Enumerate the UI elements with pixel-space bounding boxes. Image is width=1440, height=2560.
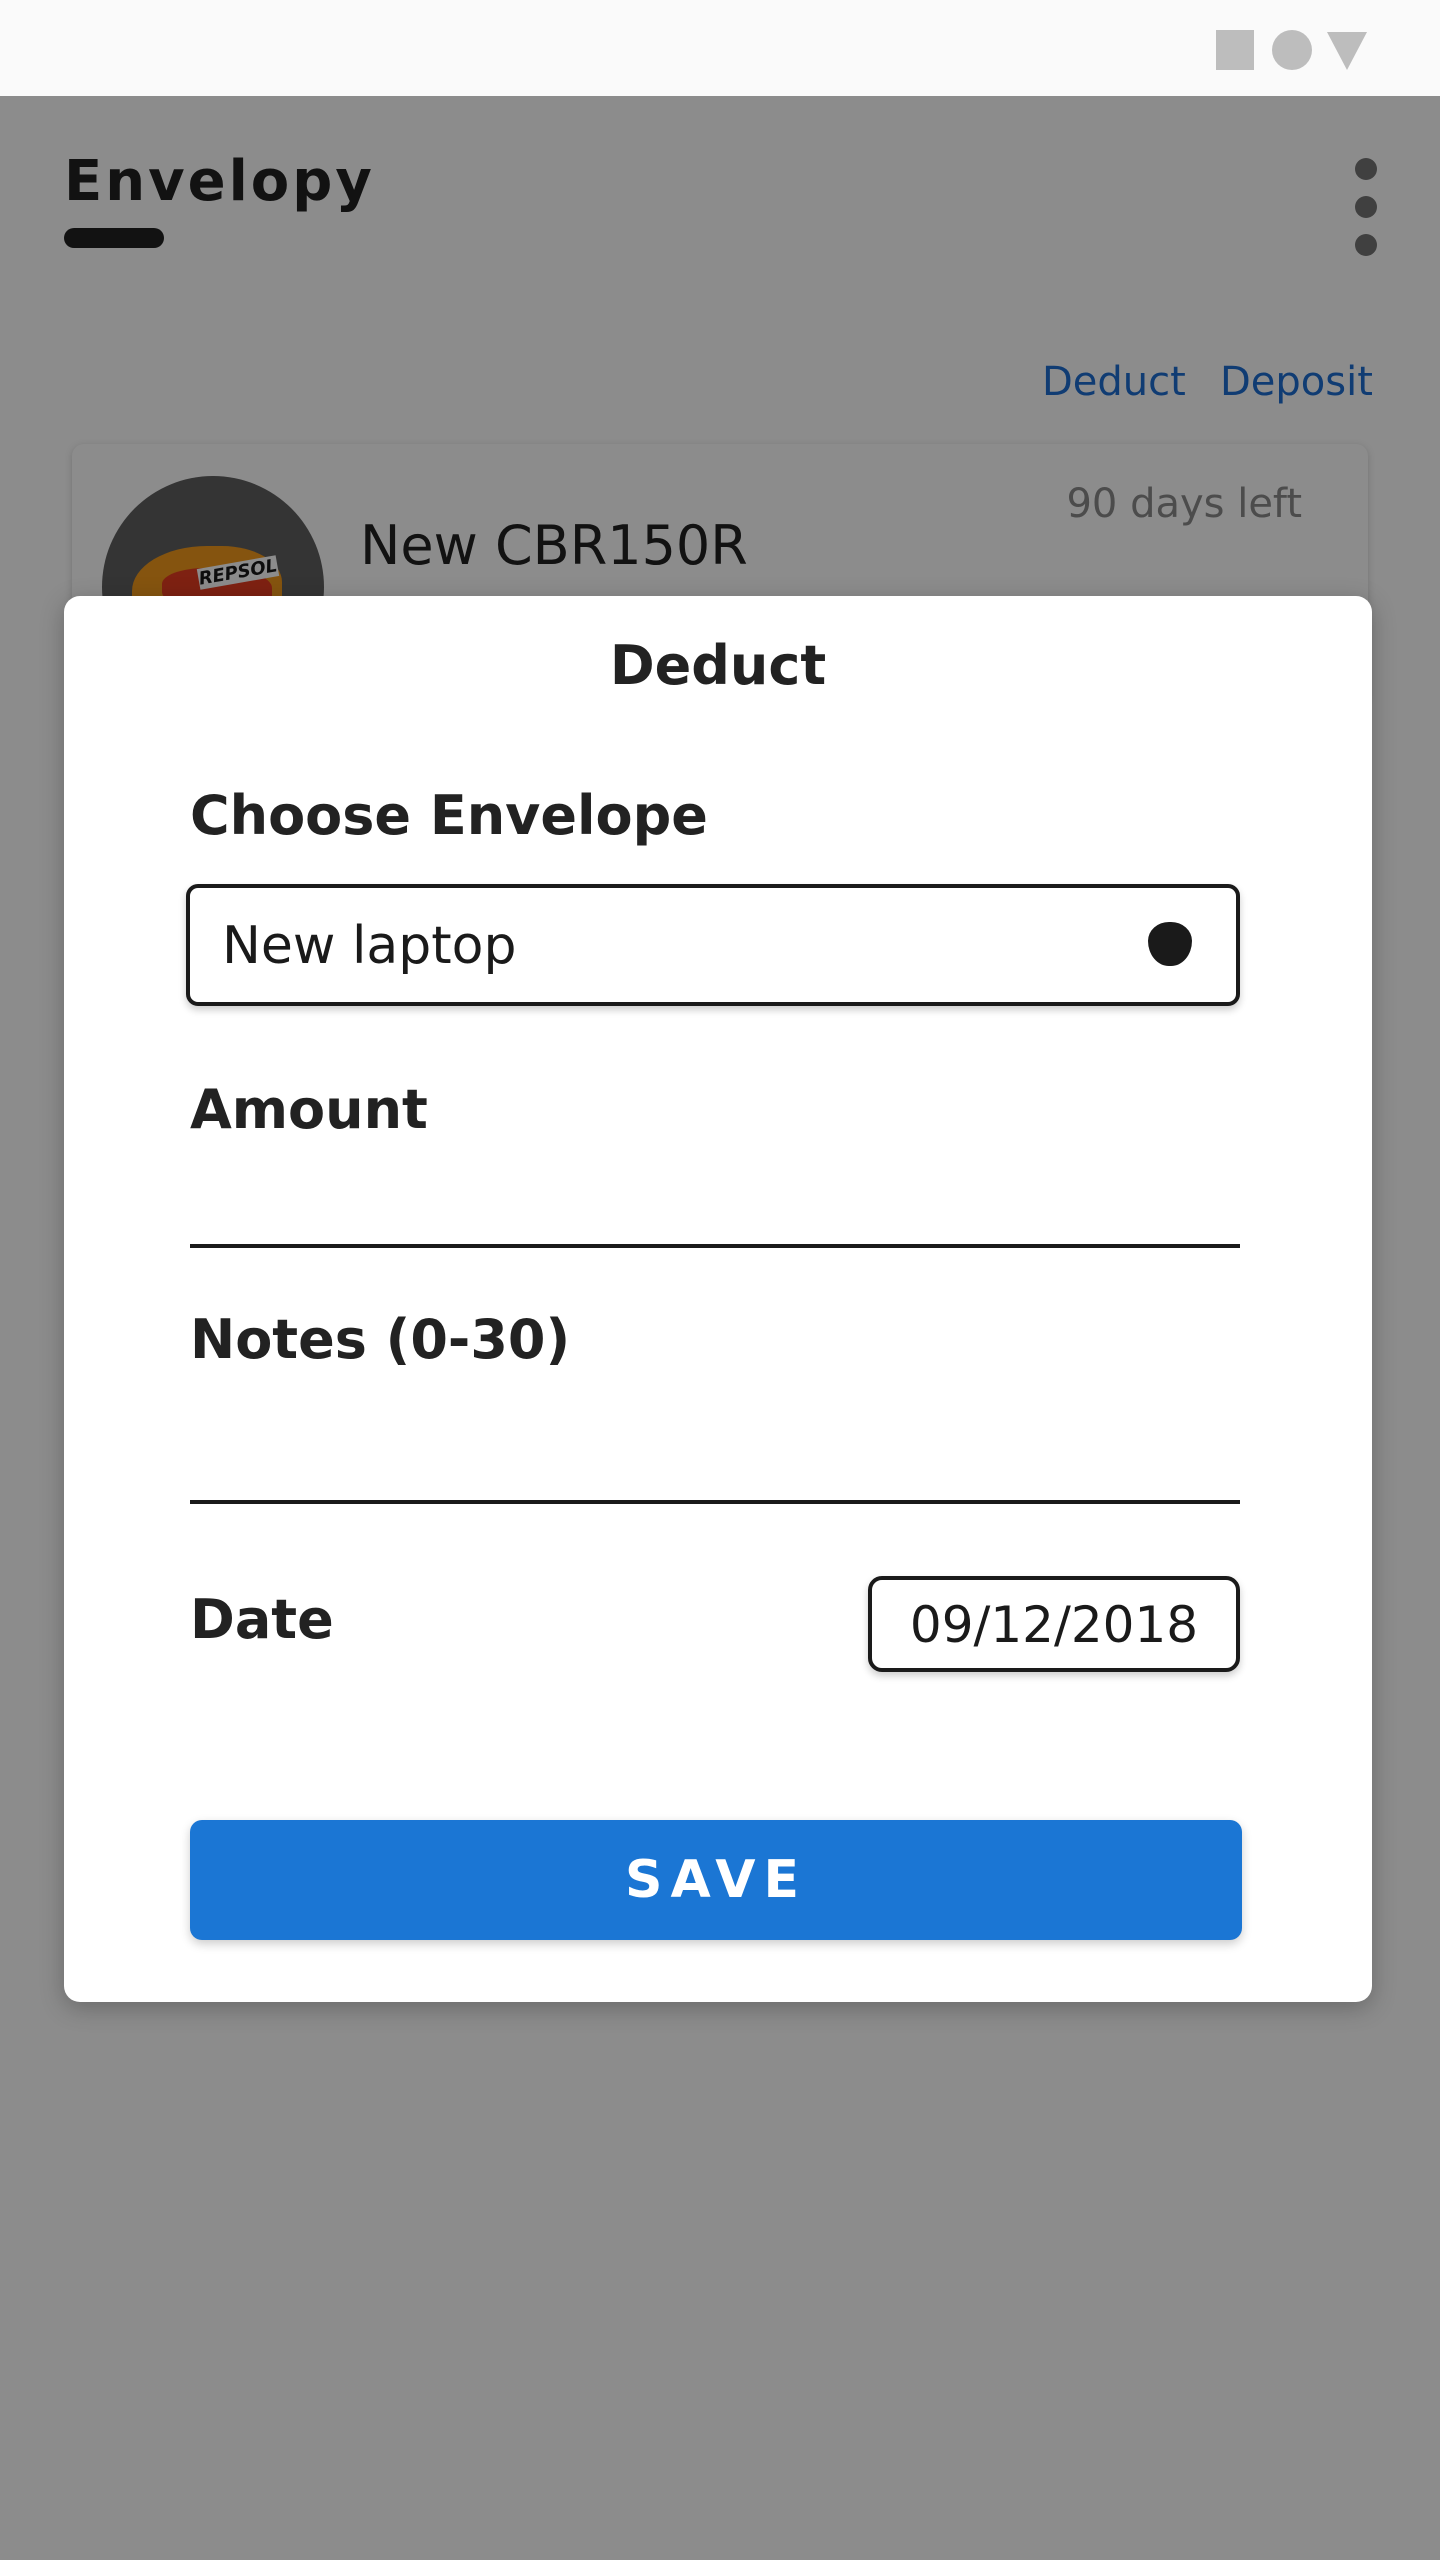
- status-bar: [0, 0, 1440, 96]
- date-value: 09/12/2018: [909, 1596, 1199, 1654]
- dialog-title: Deduct: [609, 634, 827, 697]
- date-label: Date: [190, 1588, 334, 1651]
- dropdown-icon: [1148, 922, 1192, 966]
- envelope-select-value: New laptop: [222, 916, 517, 976]
- circle-icon: [1272, 30, 1312, 70]
- date-picker[interactable]: 09/12/2018: [868, 1576, 1240, 1672]
- square-icon: [1216, 30, 1254, 70]
- envelope-select[interactable]: New laptop: [186, 884, 1240, 1006]
- amount-label: Amount: [190, 1078, 428, 1141]
- notes-input[interactable]: [190, 1424, 1240, 1504]
- triangle-icon: [1327, 32, 1367, 70]
- notes-label: Notes (0-30): [190, 1308, 571, 1371]
- deduct-dialog: Deduct Choose Envelope New laptop Amount…: [64, 596, 1372, 2002]
- amount-input[interactable]: [190, 1168, 1240, 1248]
- save-button[interactable]: SAVE: [190, 1820, 1242, 1940]
- choose-envelope-label: Choose Envelope: [190, 784, 708, 847]
